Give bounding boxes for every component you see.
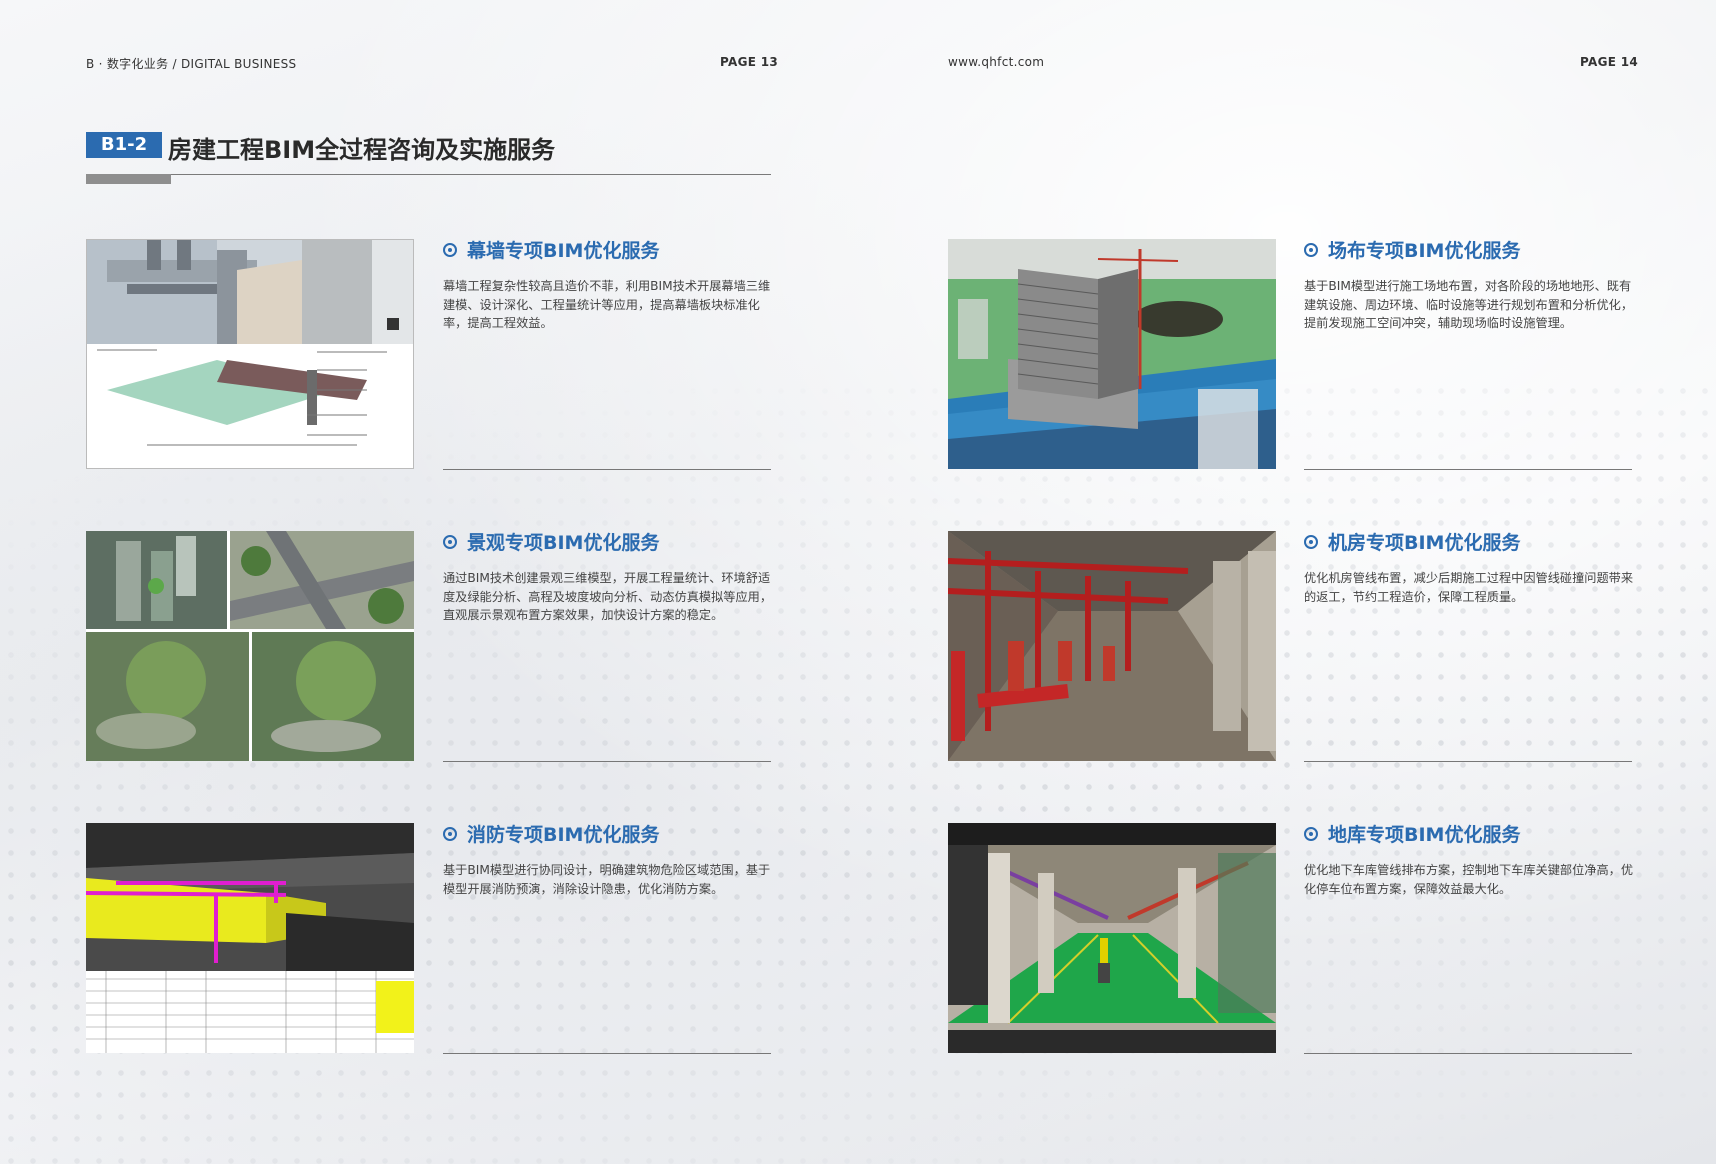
- target-icon: [443, 534, 457, 549]
- underground-garage-image: [948, 823, 1276, 1053]
- divider-line: [1304, 761, 1632, 762]
- target-icon: [1304, 242, 1318, 257]
- divider-line: [1304, 469, 1632, 470]
- service-title-curtain-wall: 幕墙专项BIM优化服务: [443, 236, 659, 263]
- target-icon: [443, 826, 457, 841]
- service-desc-curtain-wall: 幕墙工程复杂性较高且造价不菲，利用BIM技术开展幕墙三维建模、设计深化、工程量统…: [443, 279, 771, 330]
- target-icon: [443, 242, 457, 257]
- service-desc-underground-garage: 优化地下车库管线排布方案，控制地下车库关键部位净高，优化停车位布置方案，保障效益…: [1304, 863, 1634, 896]
- title-underline: [86, 174, 771, 175]
- service-title-landscape: 景观专项BIM优化服务: [443, 528, 659, 555]
- title-accent-bar: [86, 174, 171, 184]
- service-desc-landscape: 通过BIM技术创建景观三维模型，开展工程量统计、环境舒适度及绿能分析、高程及坡度…: [443, 571, 773, 622]
- target-icon: [1304, 826, 1318, 841]
- service-title-site-layout: 场布专项BIM优化服务: [1304, 236, 1520, 263]
- service-desc-machine-room: 优化机房管线布置，减少后期施工过程中因管线碰撞问题带来的返工，节约工程造价，保障…: [1304, 571, 1634, 604]
- website-link[interactable]: www.qhfct.com: [948, 55, 1044, 69]
- fire-protection-image: [86, 823, 414, 1053]
- machine-room-image: [948, 531, 1276, 761]
- page-title: 房建工程BIM全过程咨询及实施服务: [168, 136, 556, 164]
- header-section-label: B · 数字化业务 / DIGITAL BUSINESS: [86, 55, 296, 72]
- service-title-machine-room: 机房专项BIM优化服务: [1304, 528, 1520, 555]
- landscape-image-collage: [86, 531, 414, 761]
- service-title-fire-protection: 消防专项BIM优化服务: [443, 820, 659, 847]
- divider-line: [443, 761, 771, 762]
- service-desc-fire-protection: 基于BIM模型进行协同设计，明确建筑物危险区域范围，基于模型开展消防预演，消除设…: [443, 863, 771, 896]
- curtain-wall-image: [86, 239, 414, 469]
- header-section-suffix: / DIGITAL BUSINESS: [172, 57, 297, 71]
- divider-line: [443, 469, 771, 470]
- page-number-right: PAGE 14: [1580, 55, 1639, 69]
- target-icon: [1304, 534, 1318, 549]
- site-layout-image: [948, 239, 1276, 469]
- divider-line: [1304, 1053, 1632, 1054]
- section-badge: B1-2: [86, 132, 162, 158]
- page-number-left: PAGE 13: [720, 55, 779, 69]
- header-section-prefix: B · 数字化业务: [86, 57, 169, 71]
- section-heading: B1-2 房建工程BIM全过程咨询及实施服务: [86, 130, 771, 186]
- divider-line: [443, 1053, 771, 1054]
- service-desc-site-layout: 基于BIM模型进行施工场地布置，对各阶段的场地地形、既有建筑设施、周边环境、临时…: [1304, 279, 1634, 330]
- service-title-underground-garage: 地库专项BIM优化服务: [1304, 820, 1520, 847]
